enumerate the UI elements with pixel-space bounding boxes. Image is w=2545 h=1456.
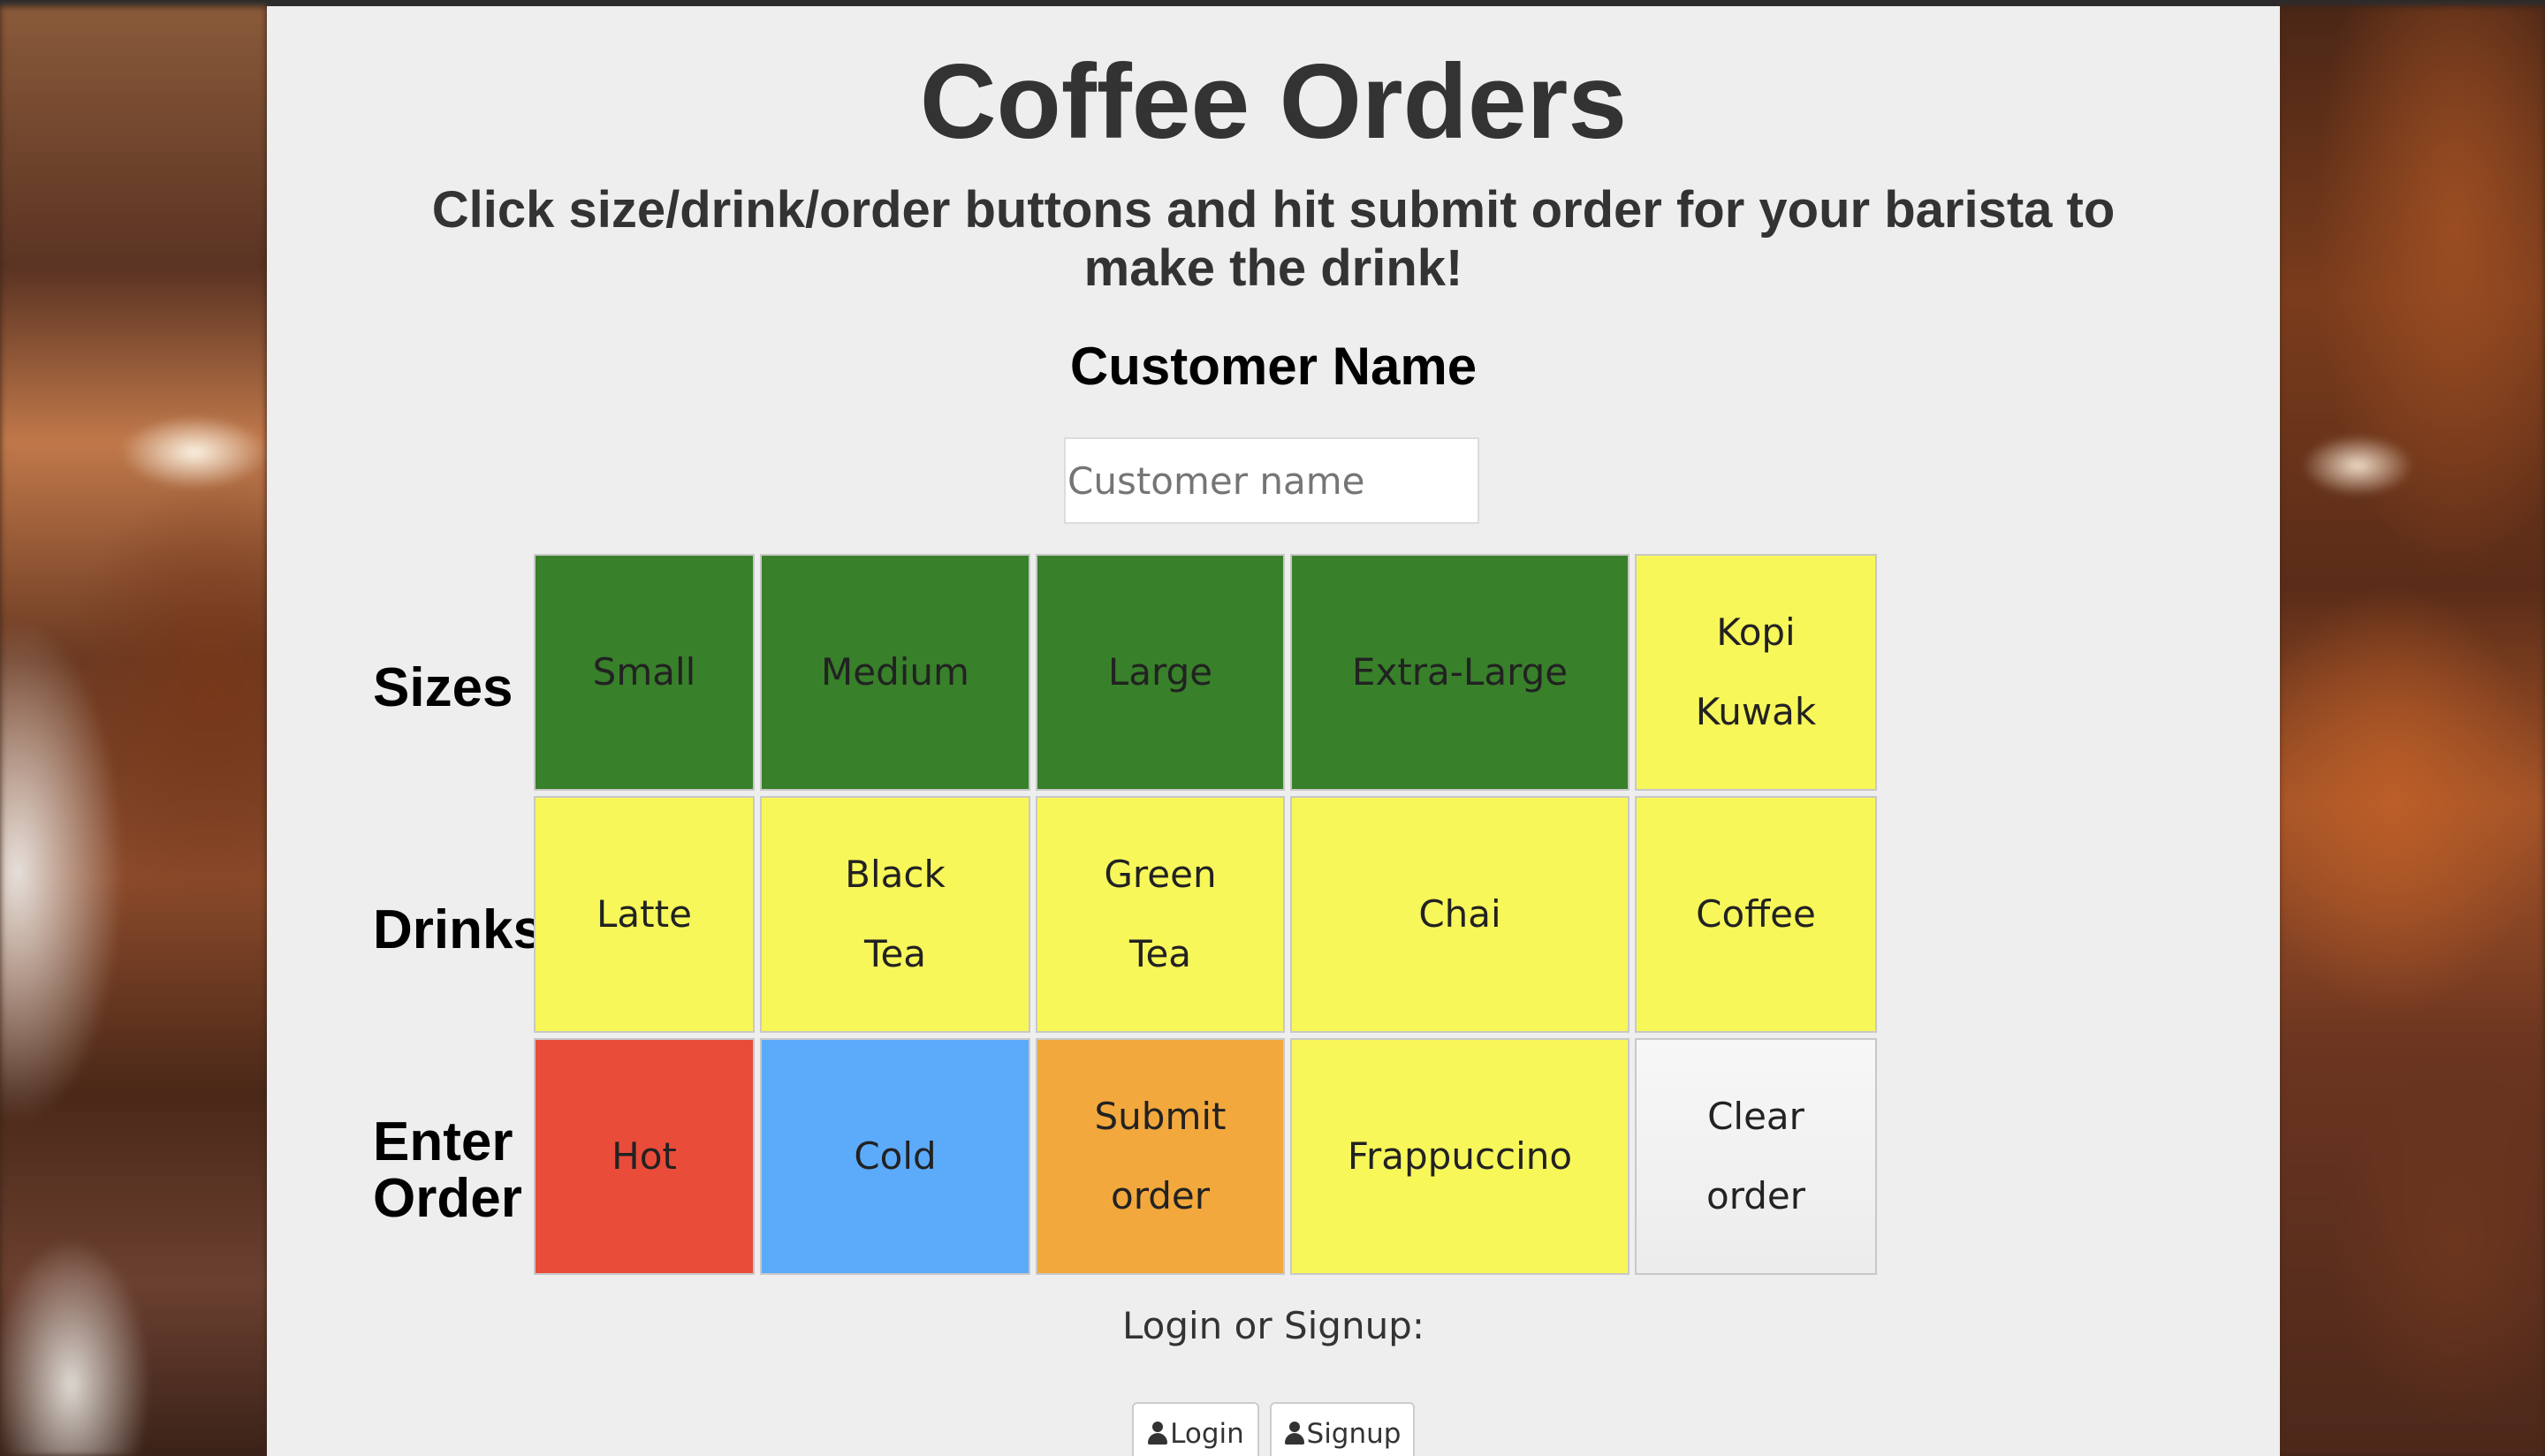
- temp-hot-label: Hot: [612, 1134, 677, 1178]
- size-kopi-kuwak-label: Kopi Kuwak: [1695, 610, 1817, 733]
- enter-order-row-label: Enter Order: [373, 1114, 522, 1227]
- drink-black-tea-button[interactable]: Black Tea: [760, 796, 1030, 1033]
- drink-chai-button[interactable]: Chai: [1290, 796, 1630, 1033]
- main-panel: Coffee Orders Click size/drink/order but…: [267, 6, 2280, 1456]
- size-small-button[interactable]: Small: [534, 554, 755, 791]
- enter-order-label-line1: Enter: [373, 1111, 513, 1172]
- page-title: Coffee Orders: [919, 42, 1628, 161]
- temp-hot-button[interactable]: Hot: [534, 1038, 755, 1275]
- signup-button-label: Signup: [1306, 1418, 1402, 1450]
- user-icon: [1147, 1422, 1168, 1446]
- clear-order-button[interactable]: Clear order: [1635, 1038, 1877, 1275]
- drink-latte-button[interactable]: Latte: [534, 796, 755, 1033]
- size-medium-button[interactable]: Medium: [760, 554, 1030, 791]
- size-kopi-kuwak-button[interactable]: Kopi Kuwak: [1635, 554, 1877, 791]
- enter-order-label-line2: Order: [373, 1168, 522, 1229]
- frappuccino-button[interactable]: Frappuccino: [1290, 1038, 1630, 1275]
- drink-black-tea-label: Black Tea: [845, 853, 946, 975]
- temp-cold-label: Cold: [854, 1134, 937, 1178]
- sizes-row-label: Sizes: [373, 657, 513, 718]
- frappuccino-label: Frappuccino: [1347, 1134, 1573, 1178]
- drink-green-tea-button[interactable]: Green Tea: [1036, 796, 1285, 1033]
- drink-coffee-label: Coffee: [1696, 892, 1816, 936]
- size-large-label: Large: [1107, 650, 1213, 694]
- drink-chai-label: Chai: [1418, 892, 1501, 936]
- login-button[interactable]: Login: [1132, 1402, 1259, 1456]
- drink-green-tea-label: Green Tea: [1104, 853, 1217, 975]
- submit-order-label: Submit order: [1094, 1095, 1227, 1217]
- drink-latte-label: Latte: [596, 892, 692, 936]
- signup-button[interactable]: Signup: [1270, 1402, 1415, 1456]
- temp-cold-button[interactable]: Cold: [760, 1038, 1030, 1275]
- login-signup-prompt: Login or Signup:: [1121, 1304, 1424, 1347]
- customer-name-heading: Customer Name: [1069, 337, 1478, 396]
- drinks-row-label: Drinks: [373, 899, 543, 960]
- size-small-label: Small: [592, 650, 696, 694]
- size-large-button[interactable]: Large: [1036, 554, 1285, 791]
- customer-name-input[interactable]: [1064, 437, 1479, 524]
- window-top-bar: [0, 0, 2545, 6]
- size-extra-large-button[interactable]: Extra-Large: [1290, 554, 1630, 791]
- drink-coffee-button[interactable]: Coffee: [1635, 796, 1877, 1033]
- background-coffee-image-left: [0, 6, 267, 1456]
- submit-order-button[interactable]: Submit order: [1036, 1038, 1285, 1275]
- size-medium-label: Medium: [821, 650, 969, 694]
- clear-order-label: Clear order: [1706, 1095, 1805, 1217]
- user-icon: [1284, 1422, 1305, 1446]
- background-coffee-image-right: [2278, 6, 2545, 1456]
- size-extra-large-label: Extra-Large: [1351, 650, 1569, 694]
- page-subtitle: Click size/drink/order buttons and hit s…: [431, 181, 2116, 297]
- login-button-label: Login: [1170, 1418, 1244, 1450]
